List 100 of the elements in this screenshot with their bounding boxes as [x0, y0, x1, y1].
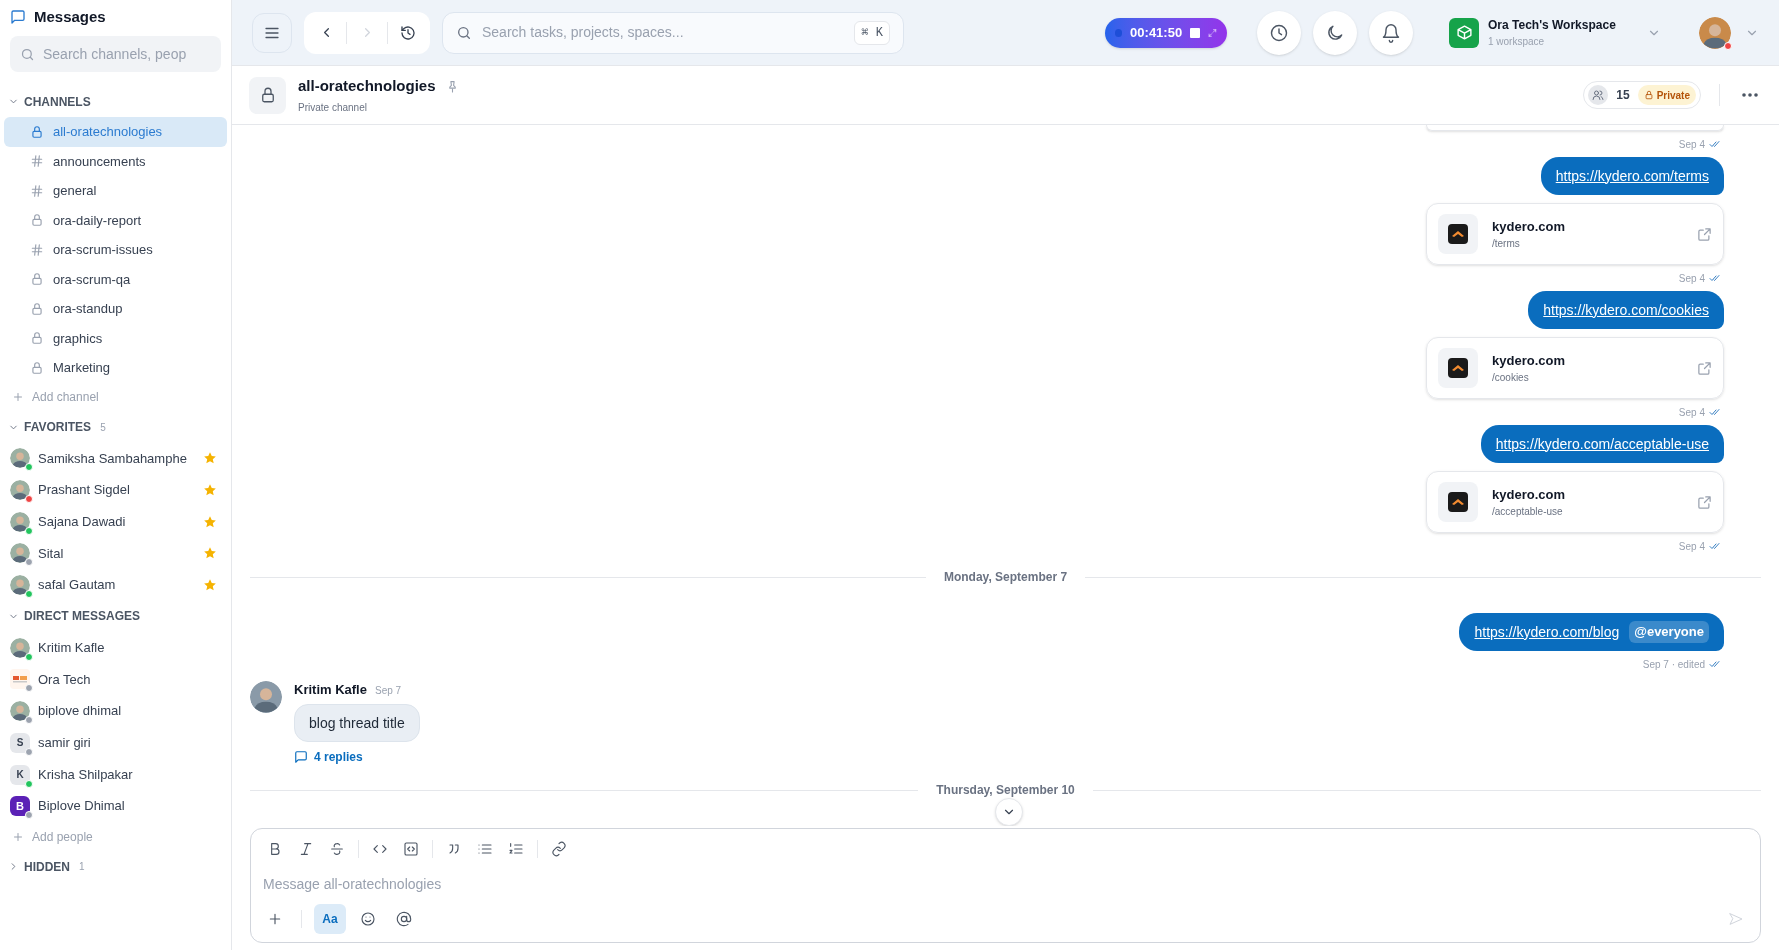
message-time: Sep 7 · edited [1642, 657, 1705, 672]
hash-icon [30, 183, 44, 198]
plus-icon [267, 911, 283, 927]
message-time: Sep 4 [1678, 137, 1705, 152]
message-link[interactable]: https://kydero.com/terms [1555, 165, 1709, 187]
section-count: 5 [100, 420, 106, 435]
external-link-icon [1697, 360, 1712, 376]
link-preview-card[interactable]: kydero.com /cookies [1426, 337, 1724, 399]
star-icon [203, 578, 217, 593]
channel-item[interactable]: graphics [4, 323, 227, 353]
section-header[interactable]: DIRECT MESSAGES [0, 600, 231, 632]
timer-pill[interactable]: 00:41:50 [1105, 17, 1227, 48]
message-time: Sep 7 [374, 683, 402, 698]
person-item[interactable]: K Krisha Shilpakar [4, 758, 227, 791]
user-menu[interactable] [1699, 16, 1759, 49]
channel-item[interactable]: ora-standup [4, 294, 227, 324]
codeblock-icon [403, 841, 419, 857]
theme-button[interactable] [1313, 10, 1357, 55]
channel-subtitle: Private channel [298, 100, 368, 115]
sidebar-title: Messages [34, 6, 106, 27]
avatar [10, 511, 30, 532]
section-header[interactable]: FAVORITES 5 [0, 411, 231, 443]
message-input[interactable]: Message all-oratechnologies [261, 869, 1750, 899]
lock-icon [30, 301, 44, 316]
avatar [1699, 16, 1731, 49]
stop-icon [1190, 27, 1201, 38]
person-item[interactable]: safal Gautam [4, 569, 227, 601]
channel-item[interactable]: general [4, 176, 227, 206]
read-receipt-icon [1709, 138, 1721, 150]
search-input[interactable]: Search channels, peop [43, 43, 203, 65]
avatar [10, 575, 30, 596]
avatar [10, 480, 30, 501]
channel-item[interactable]: Marketing [4, 353, 227, 383]
plus-icon [12, 391, 24, 403]
avatar-initial: K [10, 764, 30, 785]
search-input[interactable]: Search tasks, projects, spaces... [482, 22, 845, 43]
menu-button[interactable] [252, 12, 292, 53]
person-item[interactable]: Sajana Dawadi [4, 505, 227, 538]
lock-icon [30, 360, 44, 375]
message-time: Sep 4 [1678, 539, 1705, 554]
channel-item[interactable]: announcements [4, 146, 227, 176]
logo-avatar [10, 669, 30, 690]
section-header[interactable]: CHANNELS [0, 86, 231, 117]
person-item[interactable]: Sital [4, 537, 227, 570]
person-item[interactable]: biplove dhimal [4, 695, 227, 727]
channel-item[interactable]: all-oratechnologies [4, 117, 227, 147]
avatar [10, 701, 30, 722]
format-toggle[interactable]: Aa [314, 904, 346, 934]
privacy-badge: Private [1637, 85, 1696, 105]
star-icon [203, 514, 217, 529]
lock-icon [30, 272, 44, 287]
read-receipt-icon [1709, 406, 1721, 418]
link-path: /acceptable-use [1492, 505, 1564, 520]
link-preview-card[interactable]: kydero.com /terms [1426, 203, 1724, 265]
notifications-button[interactable] [1369, 10, 1413, 55]
star-icon [203, 483, 217, 498]
person-item[interactable]: Kritim Kafle [4, 631, 227, 664]
search-icon [456, 24, 472, 41]
person-item[interactable]: B Biplove Dhimal [4, 790, 227, 823]
person-item[interactable]: Samiksha Sambahamphe [4, 442, 227, 475]
search-field[interactable]: Search tasks, projects, spaces... ⌘ K [442, 11, 904, 54]
history-icon [400, 24, 416, 41]
expand-icon [1208, 27, 1217, 38]
person-item[interactable]: Ora Tech [4, 663, 227, 696]
link-path: /cookies [1492, 371, 1530, 386]
channel-item[interactable]: ora-scrum-qa [4, 264, 227, 294]
avatar [10, 637, 30, 658]
timesheet-button[interactable] [1257, 10, 1301, 55]
lock-icon [30, 331, 44, 346]
message-link[interactable]: https://kydero.com/acceptable-use [1495, 433, 1709, 455]
message-link[interactable]: https://kydero.com/cookies [1543, 299, 1709, 321]
avatar [10, 543, 30, 564]
link-domain: kydero.com [1492, 485, 1566, 504]
send-icon [1728, 911, 1744, 927]
composer-box[interactable]: Message all-oratechnologies Aa [250, 828, 1761, 943]
workspace-switcher[interactable]: Ora Tech's Workspace 1 workspace [1449, 16, 1661, 49]
avatar-initial: B [10, 796, 30, 817]
channel-item[interactable]: ora-daily-report [4, 205, 227, 235]
replies-link[interactable]: 4 replies [294, 748, 363, 766]
star-icon [203, 546, 217, 561]
read-receipt-icon [1709, 272, 1721, 284]
bell-icon [1381, 22, 1401, 43]
link-domain: kydero.com [1492, 217, 1566, 236]
external-link-icon [1697, 226, 1712, 242]
search-field[interactable]: Search channels, peop [10, 36, 221, 72]
member-count: 15 [1616, 87, 1630, 104]
channel-item[interactable]: ora-scrum-issues [4, 235, 227, 265]
person-item[interactable]: Prashant Sigdel [4, 474, 227, 506]
lock-icon [1643, 90, 1654, 100]
link-preview-card[interactable]: kydero.com /acceptable-use [1426, 471, 1724, 533]
timer-time: 00:41:50 [1130, 23, 1183, 42]
link-icon [551, 841, 567, 857]
section-header[interactable]: HIDDEN 1 [0, 851, 231, 883]
site-logo [1448, 358, 1468, 378]
hash-icon [30, 242, 44, 257]
message-link[interactable]: https://kydero.com/blog [1474, 621, 1620, 643]
lock-icon [30, 124, 44, 139]
star-icon [203, 451, 217, 466]
person-item[interactable]: S samir giri [4, 727, 227, 759]
mention-chip[interactable]: @everyone [1629, 621, 1709, 643]
